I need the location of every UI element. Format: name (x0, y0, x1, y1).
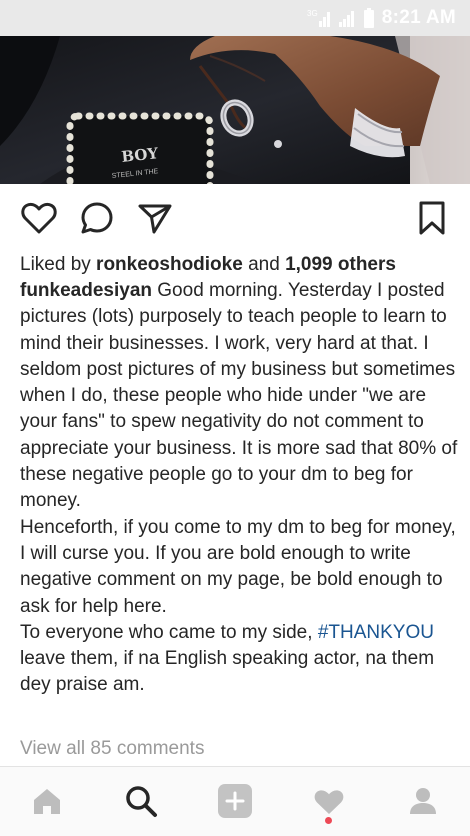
share-button[interactable] (135, 198, 175, 238)
bookmark-icon (419, 201, 445, 235)
search-icon (126, 786, 157, 817)
bottom-nav (0, 767, 470, 836)
patch-text-boy: BOY (121, 144, 160, 166)
battery-icon (363, 8, 374, 28)
status-bar: 3G 8:21 AM (0, 0, 470, 36)
like-button[interactable] (19, 198, 59, 238)
profile-icon (410, 788, 436, 814)
likes-others-link[interactable]: 1,099 others (285, 254, 396, 275)
nav-home[interactable] (23, 779, 71, 823)
network-signal-icon: 3G (307, 9, 330, 27)
post-photo-illustration: BOY STEEL IN THE (0, 36, 470, 184)
signal-strength-icon (338, 11, 354, 27)
likes-line: Liked by ronkeoshodioke and 1,099 others (20, 252, 460, 278)
post-actions (0, 184, 470, 248)
heart-outline-icon (21, 202, 57, 234)
comment-button[interactable] (77, 198, 117, 238)
likes-prefix: Liked by (20, 254, 97, 275)
post-caption: funkeadesiyan Good morning. Yesterday I … (20, 278, 460, 699)
network-type-label: 3G (307, 9, 318, 18)
home-icon (34, 789, 60, 814)
hashtag-link[interactable]: #THANKYOU (318, 622, 434, 643)
status-icons: 3G 8:21 AM (307, 7, 456, 29)
nav-add-post[interactable] (211, 779, 259, 823)
notification-dot (325, 817, 332, 824)
view-all-comments-link[interactable]: View all 85 comments (20, 736, 204, 762)
clock: 8:21 AM (381, 7, 456, 28)
add-post-icon (218, 784, 252, 818)
likes-middle: and (242, 254, 286, 275)
nav-profile[interactable] (399, 779, 447, 823)
caption-text-part1: Good morning. Yesterday I posted picture… (20, 280, 458, 643)
post-image[interactable]: BOY STEEL IN THE (0, 36, 470, 184)
caption-username-link[interactable]: funkeadesiyan (20, 280, 152, 301)
nav-search[interactable] (117, 779, 165, 823)
comment-bubble-icon (81, 202, 113, 234)
nav-activity[interactable] (305, 779, 353, 824)
paper-plane-icon (138, 204, 172, 234)
liked-by-username-link[interactable]: ronkeoshodioke (96, 254, 243, 275)
save-button[interactable] (412, 198, 452, 238)
activity-heart-icon (314, 790, 344, 814)
